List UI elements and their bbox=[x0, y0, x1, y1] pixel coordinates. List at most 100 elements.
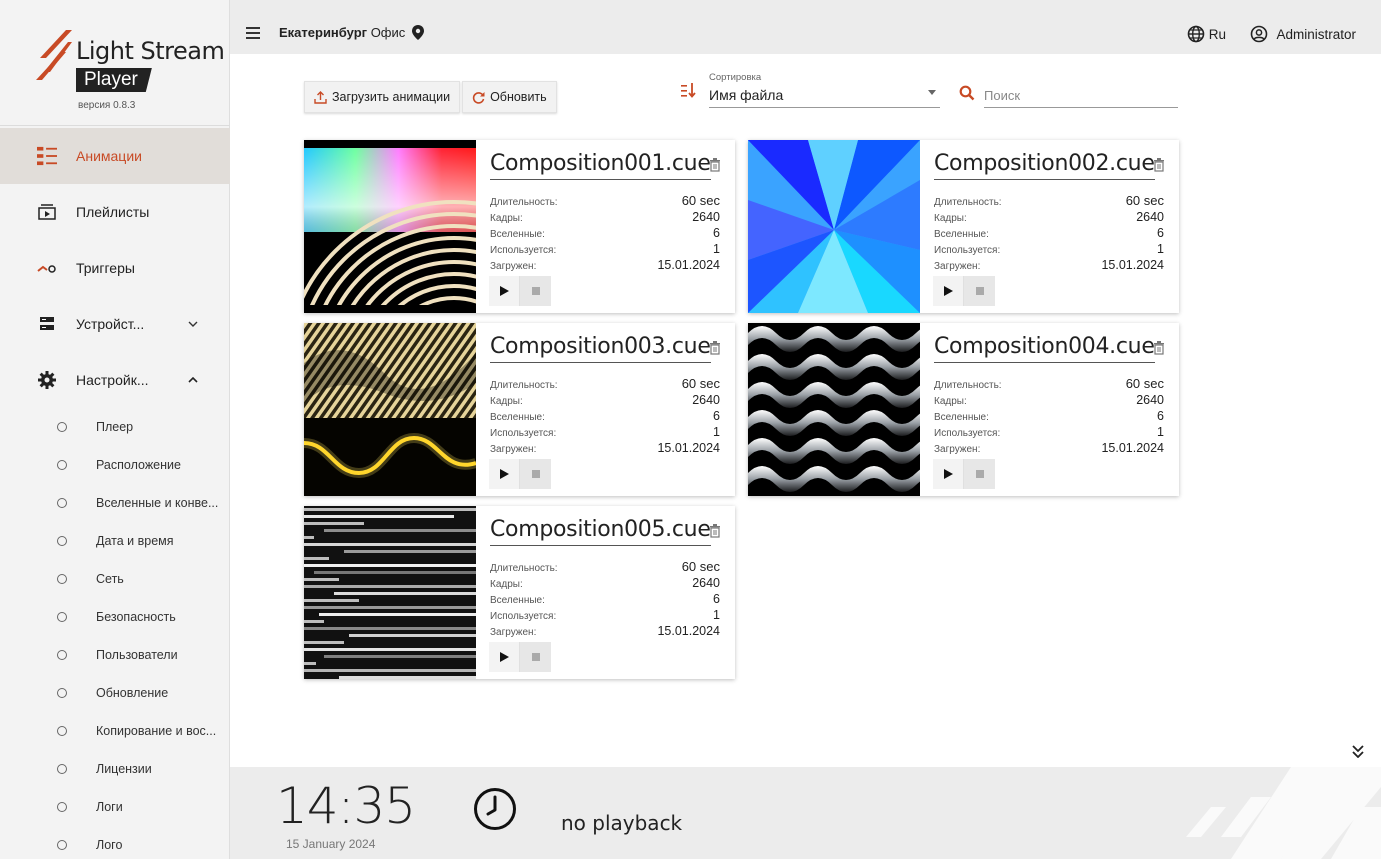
animation-info: Длительность: 60 sec Кадры: 2640 Вселенные… bbox=[490, 193, 720, 272]
sidebar-item-devices[interactable]: Устройст... bbox=[0, 296, 230, 352]
playback-controls bbox=[489, 459, 551, 489]
settings-item-backup[interactable]: Копирование и вос... bbox=[0, 712, 230, 750]
top-header: Екатеринбург Офис Ru Administrator bbox=[230, 14, 1381, 54]
logo-title: Light Stream bbox=[76, 37, 225, 65]
play-icon bbox=[943, 286, 953, 296]
circle-icon bbox=[57, 802, 67, 812]
search-field bbox=[959, 84, 1178, 110]
animation-info: Длительность: 60 sec Кадры: 2640 Вселенные… bbox=[490, 376, 720, 455]
status-footer: 14:35 15 January 2024 no playback bbox=[230, 767, 1381, 859]
settings-item-logo[interactable]: Лого bbox=[0, 826, 230, 859]
sort-icon bbox=[681, 83, 696, 98]
dropdown-arrow-icon bbox=[928, 90, 936, 95]
circle-icon bbox=[57, 688, 67, 698]
search-icon bbox=[959, 85, 975, 101]
stop-button[interactable] bbox=[964, 459, 995, 489]
stop-icon bbox=[531, 470, 540, 478]
user-menu[interactable]: Administrator bbox=[1250, 25, 1356, 43]
settings-item-logs[interactable]: Логи bbox=[0, 788, 230, 826]
trash-icon[interactable] bbox=[1153, 341, 1165, 355]
sidebar-item-playlists[interactable]: Плейлисты bbox=[0, 184, 230, 240]
location-breadcrumb: Екатеринбург Офис bbox=[279, 25, 424, 40]
animation-info: Длительность: 60 sec Кадры: 2640 Вселенные… bbox=[934, 376, 1164, 455]
sidebar-item-animations[interactable]: Анимации bbox=[0, 128, 230, 184]
chevron-down-icon bbox=[188, 318, 198, 330]
playback-controls bbox=[489, 276, 551, 306]
logo-mark-icon bbox=[36, 30, 72, 80]
animation-card: Composition003.cue Длительность: 60 sec К… bbox=[304, 323, 735, 496]
settings-item-datetime[interactable]: Дата и время bbox=[0, 522, 230, 560]
animation-thumbnail[interactable] bbox=[304, 506, 476, 679]
animation-thumbnail[interactable] bbox=[748, 323, 920, 496]
location-city: Екатеринбург bbox=[279, 25, 368, 40]
animation-title: Composition002.cue bbox=[934, 151, 1155, 180]
app-version: версия 0.8.3 bbox=[78, 100, 136, 111]
logo-subtitle: Player bbox=[76, 68, 152, 92]
menu-icon[interactable] bbox=[246, 27, 260, 39]
settings-item-users[interactable]: Пользователи bbox=[0, 636, 230, 674]
play-button[interactable] bbox=[489, 276, 520, 306]
search-input[interactable] bbox=[984, 84, 1178, 108]
sort-select[interactable]: Сортировка Имя файла bbox=[678, 72, 940, 108]
language-selector[interactable]: Ru bbox=[1187, 25, 1226, 43]
refresh-button[interactable]: Обновить bbox=[462, 81, 557, 113]
upload-label: Загрузить анимации bbox=[332, 90, 451, 104]
stop-icon bbox=[531, 653, 540, 661]
stop-icon bbox=[531, 287, 540, 295]
animations-icon bbox=[37, 146, 57, 166]
trigger-icon bbox=[37, 258, 57, 278]
settings-item-player[interactable]: Плеер bbox=[0, 408, 230, 446]
settings-item-update[interactable]: Обновление bbox=[0, 674, 230, 712]
upload-animations-button[interactable]: Загрузить анимации bbox=[304, 81, 461, 113]
settings-item-universes[interactable]: Вселенные и конве... bbox=[0, 484, 230, 522]
sort-value: Имя файла bbox=[709, 87, 784, 103]
user-name: Administrator bbox=[1276, 26, 1356, 42]
animation-thumbnail[interactable] bbox=[304, 323, 476, 496]
stop-button[interactable] bbox=[964, 276, 995, 306]
animation-info: Длительность: 60 sec Кадры: 2640 Вселенные… bbox=[490, 559, 720, 638]
app-logo: Light Stream Player версия 0.8.3 bbox=[0, 14, 230, 126]
current-time: 14:35 bbox=[276, 777, 416, 835]
animation-thumbnail[interactable] bbox=[748, 140, 920, 313]
circle-icon bbox=[57, 498, 67, 508]
play-button[interactable] bbox=[489, 459, 520, 489]
stop-button[interactable] bbox=[520, 642, 551, 672]
circle-icon bbox=[57, 422, 67, 432]
sidebar-item-settings[interactable]: Настройк... bbox=[0, 352, 230, 408]
settings-item-network[interactable]: Сеть bbox=[0, 560, 230, 598]
settings-item-security[interactable]: Безопасность bbox=[0, 598, 230, 636]
stop-button[interactable] bbox=[520, 459, 551, 489]
circle-icon bbox=[57, 536, 67, 546]
refresh-icon bbox=[472, 91, 485, 104]
playback-status: no playback bbox=[561, 811, 683, 835]
main-content: Загрузить анимации Обновить Сортировка И… bbox=[230, 54, 1381, 767]
trash-icon[interactable] bbox=[709, 341, 721, 355]
animation-thumbnail[interactable] bbox=[304, 140, 476, 313]
settings-item-licenses[interactable]: Лицензии bbox=[0, 750, 230, 788]
animation-card: Composition002.cue Длительность: 60 sec К… bbox=[748, 140, 1179, 313]
location-place: Офис bbox=[370, 25, 406, 40]
animation-title: Composition005.cue bbox=[490, 517, 711, 546]
playlist-icon bbox=[37, 202, 57, 222]
animation-title: Composition001.cue bbox=[490, 151, 711, 180]
circle-icon bbox=[57, 650, 67, 660]
trash-icon[interactable] bbox=[1153, 158, 1165, 172]
animation-card: Composition001.cue Длительность: 60 sec К… bbox=[304, 140, 735, 313]
devices-icon bbox=[37, 314, 57, 334]
trash-icon[interactable] bbox=[709, 158, 721, 172]
play-button[interactable] bbox=[489, 642, 520, 672]
location-pin-icon bbox=[411, 25, 424, 40]
collapse-footer-button[interactable] bbox=[1352, 745, 1364, 761]
sidebar-item-triggers[interactable]: Триггеры bbox=[0, 240, 230, 296]
play-button[interactable] bbox=[933, 459, 964, 489]
refresh-label: Обновить bbox=[490, 90, 547, 104]
circle-icon bbox=[57, 726, 67, 736]
current-date: 15 January 2024 bbox=[286, 837, 376, 851]
stop-button[interactable] bbox=[520, 276, 551, 306]
circle-icon bbox=[57, 840, 67, 850]
play-button[interactable] bbox=[933, 276, 964, 306]
sidebar-item-label: Триггеры bbox=[76, 260, 135, 276]
settings-item-location[interactable]: Расположение bbox=[0, 446, 230, 484]
trash-icon[interactable] bbox=[709, 524, 721, 538]
playback-controls bbox=[933, 459, 995, 489]
